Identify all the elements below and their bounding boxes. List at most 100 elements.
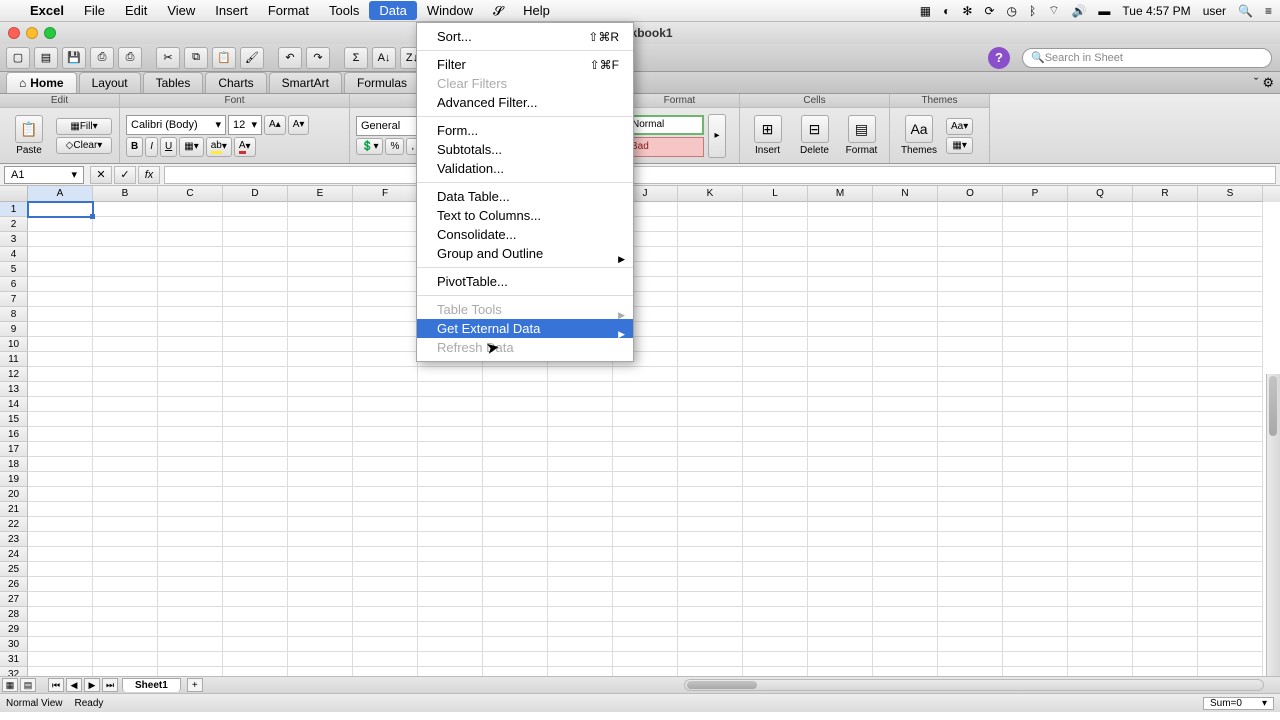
cell[interactable] bbox=[808, 502, 873, 517]
cell[interactable] bbox=[288, 427, 353, 442]
wifi-icon[interactable]: ⌔ bbox=[1048, 3, 1059, 18]
cell[interactable] bbox=[1003, 232, 1068, 247]
enter-icon[interactable]: ✓ bbox=[114, 166, 136, 184]
row-header[interactable]: 23 bbox=[0, 532, 28, 547]
cell[interactable] bbox=[288, 472, 353, 487]
cell[interactable] bbox=[158, 427, 223, 442]
cell[interactable] bbox=[613, 532, 678, 547]
cell[interactable] bbox=[743, 577, 808, 592]
cancel-icon[interactable]: ✕ bbox=[90, 166, 112, 184]
cell[interactable] bbox=[353, 262, 418, 277]
cell[interactable] bbox=[613, 517, 678, 532]
column-header[interactable]: S bbox=[1198, 186, 1263, 202]
row-header[interactable]: 2 bbox=[0, 217, 28, 232]
cell[interactable] bbox=[158, 202, 223, 217]
cell[interactable] bbox=[1003, 247, 1068, 262]
cell[interactable] bbox=[158, 292, 223, 307]
cell[interactable] bbox=[28, 517, 93, 532]
cell[interactable] bbox=[808, 217, 873, 232]
cell[interactable] bbox=[808, 337, 873, 352]
cell[interactable] bbox=[1133, 592, 1198, 607]
cell[interactable] bbox=[1068, 652, 1133, 667]
cell[interactable] bbox=[1198, 292, 1263, 307]
cell[interactable] bbox=[158, 442, 223, 457]
cell[interactable] bbox=[288, 232, 353, 247]
cell[interactable] bbox=[28, 307, 93, 322]
cell[interactable] bbox=[808, 427, 873, 442]
cell[interactable] bbox=[418, 532, 483, 547]
cell[interactable] bbox=[1003, 307, 1068, 322]
cell[interactable] bbox=[28, 277, 93, 292]
cell[interactable] bbox=[1133, 622, 1198, 637]
cell[interactable] bbox=[873, 247, 938, 262]
cell[interactable] bbox=[483, 427, 548, 442]
sheet-prev-icon[interactable]: ◀ bbox=[66, 678, 82, 692]
cell[interactable] bbox=[223, 592, 288, 607]
cell[interactable] bbox=[93, 442, 158, 457]
row-header[interactable]: 9 bbox=[0, 322, 28, 337]
cell[interactable] bbox=[613, 457, 678, 472]
cell[interactable] bbox=[158, 577, 223, 592]
cell[interactable] bbox=[353, 607, 418, 622]
cell[interactable] bbox=[548, 487, 613, 502]
cell[interactable] bbox=[353, 547, 418, 562]
cell[interactable] bbox=[678, 502, 743, 517]
cell[interactable] bbox=[1068, 592, 1133, 607]
cell[interactable] bbox=[1003, 547, 1068, 562]
cell[interactable] bbox=[1198, 547, 1263, 562]
cell[interactable] bbox=[1133, 412, 1198, 427]
redo-icon[interactable]: ↷ bbox=[306, 47, 330, 69]
cell[interactable] bbox=[678, 547, 743, 562]
cell[interactable] bbox=[1133, 517, 1198, 532]
cell[interactable] bbox=[743, 307, 808, 322]
cell[interactable] bbox=[483, 637, 548, 652]
cell[interactable] bbox=[743, 592, 808, 607]
cell[interactable] bbox=[353, 472, 418, 487]
cell[interactable] bbox=[223, 577, 288, 592]
cell[interactable] bbox=[28, 397, 93, 412]
style-bad[interactable]: Bad bbox=[626, 137, 704, 157]
paste-icon[interactable]: 📋 bbox=[212, 47, 236, 69]
cell[interactable] bbox=[93, 382, 158, 397]
cell[interactable] bbox=[1068, 397, 1133, 412]
cell[interactable] bbox=[1133, 217, 1198, 232]
cell[interactable] bbox=[483, 487, 548, 502]
cell[interactable] bbox=[353, 247, 418, 262]
cell[interactable] bbox=[288, 322, 353, 337]
cell[interactable] bbox=[288, 352, 353, 367]
cell[interactable] bbox=[418, 367, 483, 382]
cell[interactable] bbox=[288, 337, 353, 352]
row-header[interactable]: 31 bbox=[0, 652, 28, 667]
cell[interactable] bbox=[28, 352, 93, 367]
column-header[interactable]: R bbox=[1133, 186, 1198, 202]
cell[interactable] bbox=[808, 487, 873, 502]
cell[interactable] bbox=[938, 487, 1003, 502]
row-header[interactable]: 3 bbox=[0, 232, 28, 247]
cell[interactable] bbox=[808, 277, 873, 292]
currency-button[interactable]: 💲▾ bbox=[356, 138, 383, 155]
cell[interactable] bbox=[223, 532, 288, 547]
cell[interactable] bbox=[483, 622, 548, 637]
row-header[interactable]: 15 bbox=[0, 412, 28, 427]
column-header[interactable]: A bbox=[28, 186, 93, 202]
cell[interactable] bbox=[1003, 652, 1068, 667]
cell[interactable] bbox=[873, 487, 938, 502]
cell[interactable] bbox=[938, 637, 1003, 652]
cell[interactable] bbox=[1068, 547, 1133, 562]
cell[interactable] bbox=[1133, 502, 1198, 517]
cell[interactable] bbox=[418, 667, 483, 676]
cell[interactable] bbox=[28, 337, 93, 352]
cell[interactable] bbox=[28, 472, 93, 487]
cell[interactable] bbox=[1133, 352, 1198, 367]
percent-button[interactable]: % bbox=[385, 138, 404, 155]
cell[interactable] bbox=[1068, 412, 1133, 427]
column-header[interactable]: P bbox=[1003, 186, 1068, 202]
cell[interactable] bbox=[28, 427, 93, 442]
row-header[interactable]: 4 bbox=[0, 247, 28, 262]
cell[interactable] bbox=[1198, 442, 1263, 457]
cell[interactable] bbox=[288, 487, 353, 502]
cell[interactable] bbox=[678, 607, 743, 622]
cell[interactable] bbox=[613, 487, 678, 502]
cell[interactable] bbox=[28, 502, 93, 517]
cell[interactable] bbox=[743, 217, 808, 232]
